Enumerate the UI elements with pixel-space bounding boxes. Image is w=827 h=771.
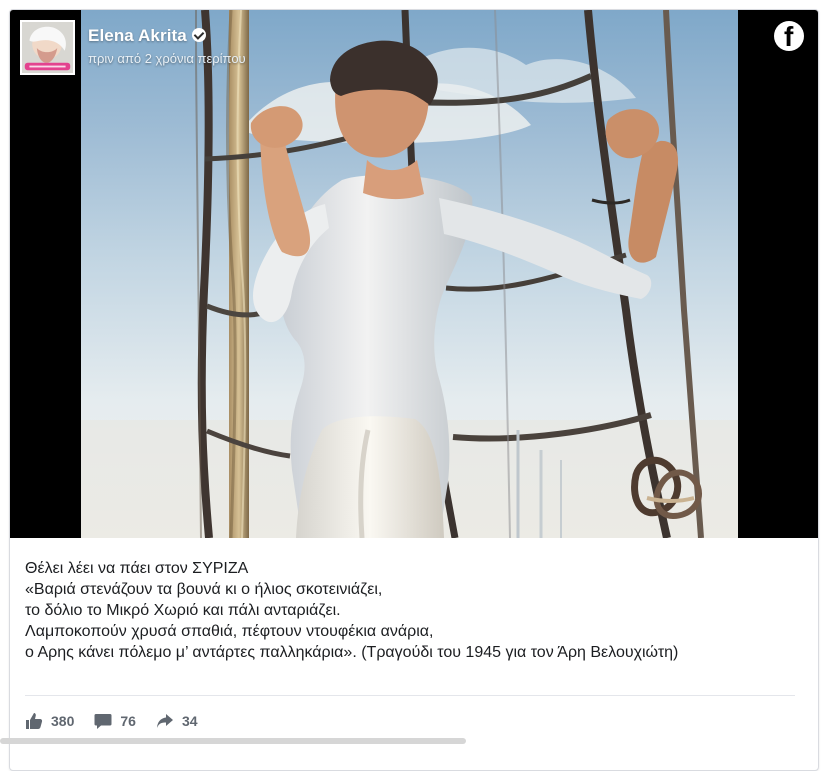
facebook-icon[interactable] [774,21,804,51]
shares-count: 34 [181,713,198,729]
caption-line: ο Αρης κάνει πόλεμο μ’ αντάρτες παλληκάρ… [25,644,679,661]
reaction-divider [25,695,795,696]
share-icon [156,714,173,728]
caption-line: Λαμποκοπούν χρυσά σπαθιά, πέφτουν ντουφέ… [25,623,434,640]
post-media[interactable]: Elena Akrita πριν από 2 χρόνια περίπου [10,10,818,538]
like-icon [26,713,43,729]
comments-count: 76 [120,713,136,729]
post-time[interactable]: πριν από 2 χρόνια περίπου [88,51,246,66]
caption-line: το δόλιο το Μικρό Χωριό και πάλι ανταριά… [25,602,341,619]
author-name-text[interactable]: Elena Akrita [88,26,187,45]
likes-stat[interactable]: 380 [25,712,74,730]
author-avatar[interactable] [20,20,75,75]
post-caption: Θέλει λέει να πάει στον ΣΥΡΙΖΑ «Βαριά στ… [25,558,795,663]
verified-icon [191,28,206,42]
caption-line: Θέλει λέει να πάει στον ΣΥΡΙΖΑ [25,560,249,577]
likes-count: 380 [51,713,75,729]
author-name[interactable]: Elena Akrita [88,26,206,46]
shares-stat[interactable]: 34 [156,712,198,730]
avatar-icon [22,22,73,73]
caption-line: «Βαριά στενάζουν τα βουνά κι ο ήλιος σκο… [25,581,383,598]
horizontal-scrollbar[interactable] [0,738,466,744]
post-stats: 380 76 34 [25,710,218,732]
facebook-post-card: Elena Akrita πριν από 2 χρόνια περίπου Θ… [9,9,819,771]
comments-stat[interactable]: 76 [94,712,136,730]
post-header: Elena Akrita πριν από 2 χρόνια περίπου [10,10,818,90]
comment-icon [94,714,112,729]
